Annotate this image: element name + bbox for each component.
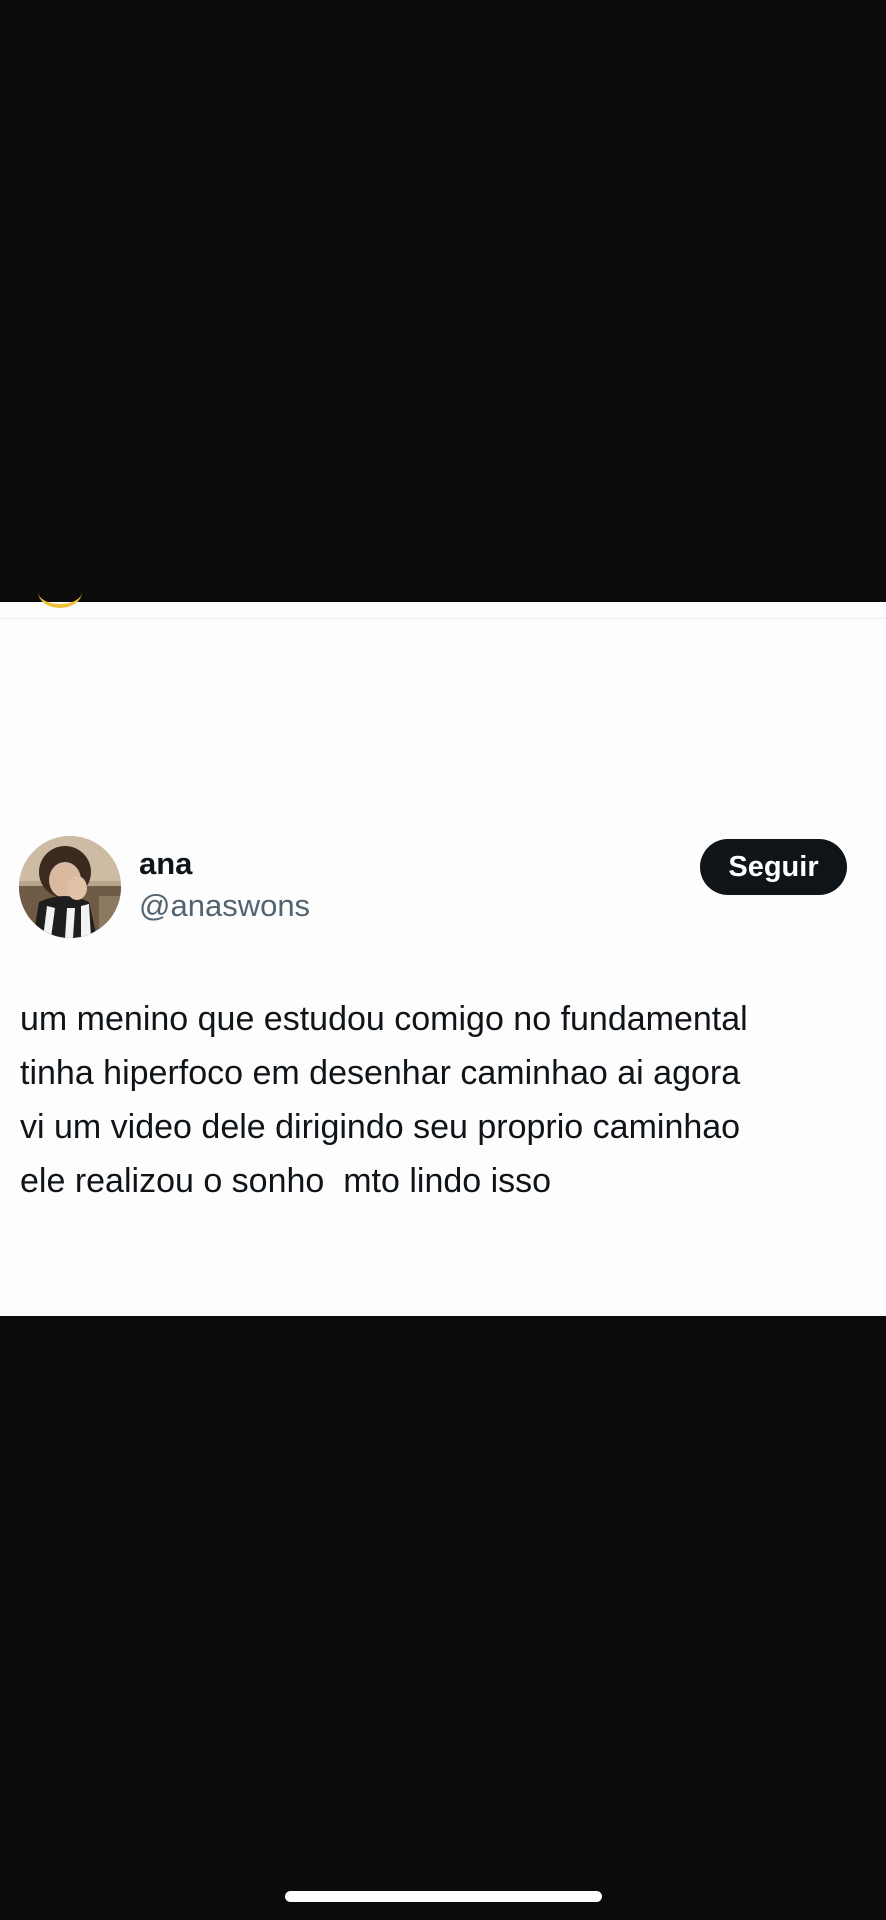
bottom-black-area — [0, 1316, 886, 1920]
profile-photo-icon — [19, 836, 121, 938]
partial-emoji-icon — [38, 576, 82, 608]
divider — [0, 618, 886, 619]
top-black-area — [0, 0, 886, 602]
tweet-text-line: tinha hiperfoco em desenhar caminhao ai … — [20, 1054, 741, 1092]
display-name[interactable]: ana — [139, 848, 192, 879]
tweet-card: ana @anaswons Seguir um menino que estud… — [0, 602, 886, 1316]
tweet-text-line: um menino que estudou comigo no fundamen… — [20, 1000, 748, 1038]
home-indicator[interactable] — [285, 1891, 602, 1902]
tweet-text-line: ele realizou o sonho mto lindo isso — [20, 1162, 552, 1200]
tweet-text: um menino que estudou comigo no fundamen… — [20, 992, 870, 1208]
avatar[interactable] — [19, 836, 121, 938]
tweet-text-line: vi um video dele dirigindo seu proprio c… — [20, 1108, 741, 1146]
user-handle[interactable]: @anaswons — [139, 890, 310, 921]
follow-button[interactable]: Seguir — [700, 839, 847, 895]
